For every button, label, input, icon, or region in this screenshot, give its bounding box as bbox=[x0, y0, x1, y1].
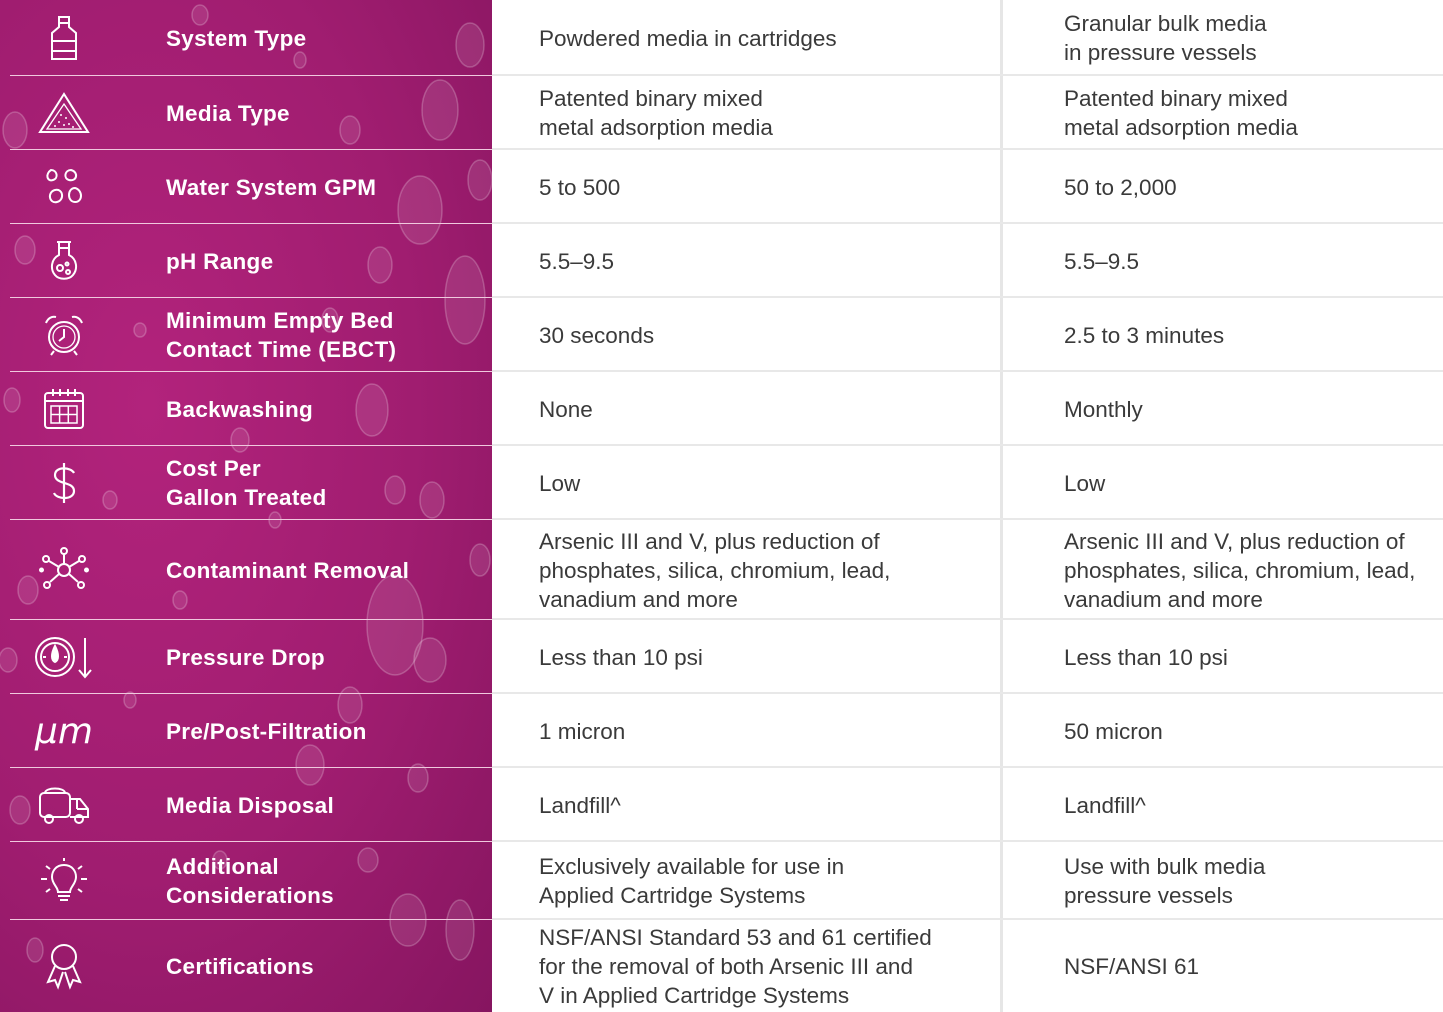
bottle-icon bbox=[28, 0, 100, 76]
cartridge-value: Arsenic III and V, plus reduction of pho… bbox=[539, 528, 891, 612]
cartridge-value: 5.5–9.5 bbox=[539, 248, 615, 274]
cartridge-value: Patented binary mixed metal adsorption m… bbox=[539, 86, 773, 140]
truck-icon bbox=[28, 768, 100, 842]
row-label: Media Disposal bbox=[166, 792, 334, 818]
row-label: Certifications bbox=[166, 953, 314, 979]
bulk-value: Landfill^ bbox=[1064, 792, 1146, 818]
alarm-clock-icon bbox=[28, 298, 100, 372]
dollar-icon bbox=[28, 446, 100, 520]
cartridge-value: Landfill^ bbox=[539, 792, 621, 818]
award-ribbon-icon bbox=[28, 920, 100, 1012]
water-drops-icon bbox=[28, 150, 100, 224]
table-row: Pressure Drop Less than 10 psi Less than… bbox=[0, 620, 1443, 694]
table-row: pH Range 5.5–9.5 5.5–9.5 bbox=[0, 224, 1443, 298]
row-label: System Type bbox=[166, 25, 307, 51]
bulk-value: 50 to 2,000 bbox=[1064, 174, 1177, 200]
row-label: Cost Per Gallon Treated bbox=[166, 456, 327, 510]
flask-icon bbox=[28, 224, 100, 298]
row-label: Water System GPM bbox=[166, 174, 377, 200]
bulk-value: Less than 10 psi bbox=[1064, 644, 1228, 670]
row-label: Additional Considerations bbox=[166, 854, 334, 908]
row-label: Pressure Drop bbox=[166, 644, 325, 670]
table-row: Additional Considerations Exclusively av… bbox=[0, 842, 1443, 920]
micron-symbol: μm bbox=[35, 710, 93, 752]
table-row: Media Disposal Landfill^ Landfill^ bbox=[0, 768, 1443, 842]
table-row: Certifications NSF/ANSI Standard 53 and … bbox=[0, 920, 1443, 1012]
bulk-value: Low bbox=[1064, 470, 1106, 496]
bulk-value: 2.5 to 3 minutes bbox=[1064, 322, 1225, 348]
cartridge-value: Low bbox=[539, 470, 581, 496]
bulk-value: Monthly bbox=[1064, 396, 1143, 422]
table-row: Water System GPM 5 to 500 50 to 2,000 bbox=[0, 150, 1443, 224]
table-row: Backwashing None Monthly bbox=[0, 372, 1443, 446]
row-label: Pre/Post-Filtration bbox=[166, 718, 367, 744]
molecule-icon bbox=[28, 520, 100, 620]
micron-icon: μm bbox=[28, 694, 100, 768]
table-row: Cost Per Gallon Treated Low Low bbox=[0, 446, 1443, 520]
row-label: Media Type bbox=[166, 100, 290, 126]
cartridge-value: 5 to 500 bbox=[539, 174, 621, 200]
bulk-value: 5.5–9.5 bbox=[1064, 248, 1140, 274]
table-row: System Type Powdered media in cartridges… bbox=[0, 0, 1443, 76]
bulk-value: NSF/ANSI 61 bbox=[1064, 953, 1200, 979]
bulk-value: Use with bulk media pressure vessels bbox=[1064, 854, 1266, 908]
row-label: pH Range bbox=[166, 248, 274, 274]
calendar-icon bbox=[28, 372, 100, 446]
pressure-gauge-icon bbox=[28, 620, 100, 694]
table-row: Contaminant Removal Arsenic III and V, p… bbox=[0, 520, 1443, 620]
bulk-value: Arsenic III and V, plus reduction of pho… bbox=[1064, 528, 1416, 612]
cartridge-value: Powdered media in cartridges bbox=[539, 25, 837, 51]
cartridge-value: 30 seconds bbox=[539, 322, 655, 348]
cartridge-value: Less than 10 psi bbox=[539, 644, 703, 670]
bulk-value: Granular bulk media in pressure vessels bbox=[1064, 11, 1267, 65]
table-row: Media Type Patented binary mixed metal a… bbox=[0, 76, 1443, 150]
row-label: Minimum Empty Bed Contact Time (EBCT) bbox=[166, 308, 397, 362]
sand-pile-icon bbox=[28, 76, 100, 150]
cartridge-value: NSF/ANSI Standard 53 and 61 certified fo… bbox=[539, 924, 932, 1008]
lightbulb-icon bbox=[28, 842, 100, 920]
bulk-value: 50 micron bbox=[1064, 718, 1163, 744]
row-label: Contaminant Removal bbox=[166, 557, 410, 583]
cartridge-value: None bbox=[539, 396, 593, 422]
cartridge-value: 1 micron bbox=[539, 718, 626, 744]
cartridge-value: Exclusively available for use in Applied… bbox=[539, 854, 845, 908]
table-row: μm Pre/Post-Filtration 1 micron 50 micro… bbox=[0, 694, 1443, 768]
table-row: Minimum Empty Bed Contact Time (EBCT) 30… bbox=[0, 298, 1443, 372]
bulk-value: Patented binary mixed metal adsorption m… bbox=[1064, 86, 1298, 140]
row-label: Backwashing bbox=[166, 396, 314, 422]
